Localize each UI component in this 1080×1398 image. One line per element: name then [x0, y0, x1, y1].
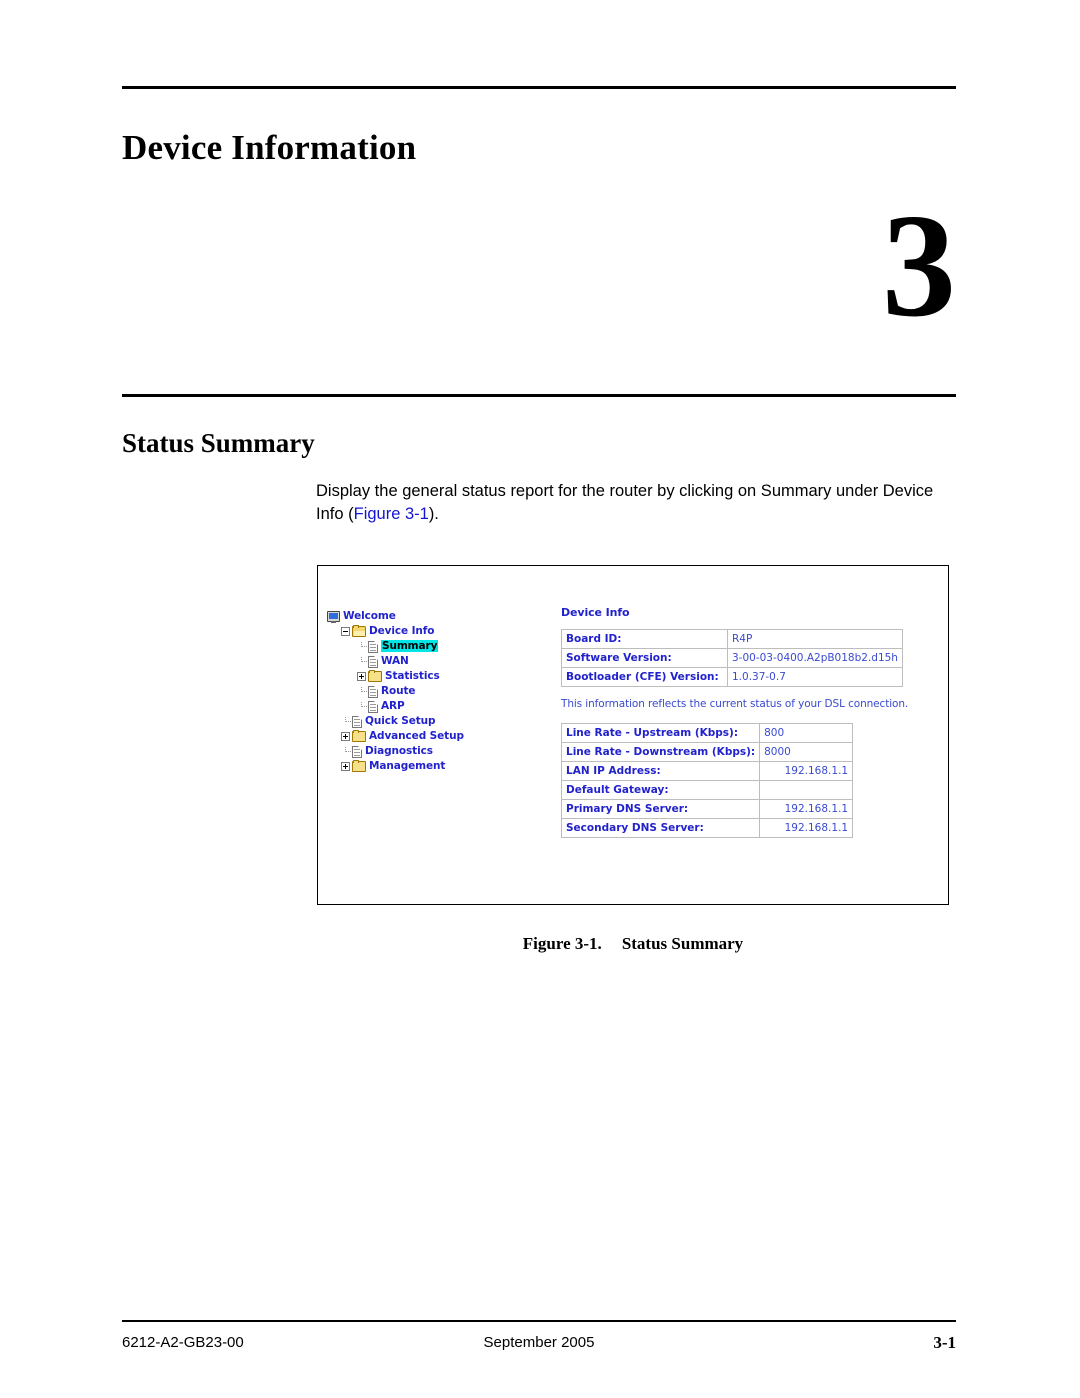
row-label: Line Rate - Upstream (Kbps):: [560, 723, 761, 743]
row-value: 192.168.1.1: [759, 799, 854, 819]
table-row: Software Version: 3-00-03-0400.A2pB018b2…: [561, 648, 903, 668]
tree-connector-icon: [357, 687, 368, 696]
tree-item-management[interactable]: Management: [327, 759, 557, 774]
tree-item-label: WAN: [381, 655, 409, 667]
tree-item-wan[interactable]: WAN: [327, 654, 557, 669]
footer-page-number: 3-1: [933, 1333, 956, 1352]
tree-item-label: Diagnostics: [365, 745, 433, 757]
document-page: Device Information 3 Status Summary Disp…: [0, 0, 1080, 1398]
table-row: Board ID: R4P: [561, 629, 903, 649]
tree-item-statistics[interactable]: Statistics: [327, 669, 557, 684]
row-value: [759, 780, 854, 800]
row-label: LAN IP Address:: [560, 761, 761, 781]
device-info-panel: Device Info Board ID: R4P Software Versi…: [560, 606, 941, 849]
tree-item-label: Advanced Setup: [369, 730, 464, 742]
folder-icon: [352, 730, 366, 742]
page-title: Device Information: [122, 128, 417, 167]
tree-item-label: Route: [381, 685, 416, 697]
page-icon: [368, 685, 378, 698]
row-value: 3-00-03-0400.A2pB018b2.d15h: [727, 648, 903, 668]
table-row: Default Gateway:: [560, 780, 854, 800]
table-row: Line Rate - Downstream (Kbps): 8000: [560, 742, 854, 762]
tree-item-label: Management: [369, 760, 446, 772]
table-row: Line Rate - Upstream (Kbps): 800: [560, 723, 854, 743]
row-value: R4P: [727, 629, 903, 649]
tree-item-label: Summary: [381, 640, 439, 652]
tree-item-welcome[interactable]: Welcome: [327, 609, 557, 624]
tree-item-route[interactable]: Route: [327, 684, 557, 699]
page-icon: [368, 700, 378, 713]
tree-item-summary[interactable]: Summary: [327, 639, 557, 654]
row-label: Board ID:: [561, 629, 728, 649]
figure-caption: Figure 3-1. Status Summary: [317, 934, 949, 954]
folder-icon: [352, 760, 366, 772]
tree-item-label: Quick Setup: [365, 715, 436, 727]
panel-heading: Device Info: [561, 606, 630, 619]
footer-rule: [122, 1320, 956, 1322]
page-icon: [368, 640, 378, 653]
tree-connector-icon: [341, 747, 352, 756]
section-rule: [122, 394, 956, 397]
chapter-number: 3: [882, 184, 956, 348]
tree-connector-icon: [357, 702, 368, 711]
table-row: LAN IP Address: 192.168.1.1: [560, 761, 854, 781]
folder-open-icon: [352, 625, 366, 637]
row-label: Line Rate - Downstream (Kbps):: [560, 742, 761, 762]
row-value: 8000: [759, 742, 854, 762]
expand-plus-icon[interactable]: [341, 762, 350, 771]
row-label: Secondary DNS Server:: [560, 818, 761, 838]
page-icon: [352, 745, 362, 758]
section-heading: Status Summary: [122, 428, 315, 458]
row-label: Default Gateway:: [560, 780, 761, 800]
figure-screenshot: Welcome Device Info Summary WAN Statisti…: [317, 565, 949, 905]
footer-date: September 2005: [483, 1334, 595, 1351]
row-value: 192.168.1.1: [759, 818, 854, 838]
tree-connector-icon: [357, 657, 368, 666]
expand-plus-icon[interactable]: [341, 732, 350, 741]
table-row: Bootloader (CFE) Version: 1.0.37-0.7: [561, 667, 903, 687]
device-info-table: Board ID: R4P Software Version: 3-00-03-…: [561, 629, 903, 687]
tree-item-quick-setup[interactable]: Quick Setup: [327, 714, 557, 729]
row-value: 192.168.1.1: [759, 761, 854, 781]
row-label: Bootloader (CFE) Version:: [561, 667, 728, 687]
page-icon: [368, 655, 378, 668]
tree-connector-icon: [357, 642, 368, 651]
page-footer: 6212-A2-GB23-00 September 2005 3-1: [122, 1333, 956, 1360]
header-rule: [122, 86, 956, 89]
paragraph-text-part2: ).: [428, 505, 439, 523]
tree-connector-icon: [341, 717, 352, 726]
page-icon: [352, 715, 362, 728]
tree-item-label: Statistics: [385, 670, 440, 682]
tree-item-label: ARP: [381, 700, 405, 712]
tree-item-diagnostics[interactable]: Diagnostics: [327, 744, 557, 759]
tree-item-arp[interactable]: ARP: [327, 699, 557, 714]
tree-item-device-info[interactable]: Device Info: [327, 624, 557, 639]
status-summary-table: Line Rate - Upstream (Kbps): 800 Line Ra…: [560, 723, 854, 838]
figure-cross-reference-link[interactable]: Figure 3-1: [354, 505, 429, 523]
row-label: Primary DNS Server:: [560, 799, 761, 819]
monitor-icon: [327, 611, 340, 623]
navigation-tree[interactable]: Welcome Device Info Summary WAN Statisti…: [327, 609, 557, 774]
table-row: Primary DNS Server: 192.168.1.1: [560, 799, 854, 819]
tree-item-label: Welcome: [343, 610, 396, 622]
folder-icon: [368, 670, 382, 682]
row-value: 1.0.37-0.7: [727, 667, 903, 687]
table-row: Secondary DNS Server: 192.168.1.1: [560, 818, 854, 838]
figure-caption-text: Status Summary: [621, 934, 744, 953]
tree-item-label: Device Info: [369, 625, 435, 637]
row-value: 800: [759, 723, 854, 743]
expand-plus-icon[interactable]: [357, 672, 366, 681]
collapse-minus-icon[interactable]: [341, 627, 350, 636]
dsl-status-note: This information reflects the current st…: [561, 698, 909, 710]
figure-caption-number: Figure 3-1.: [522, 934, 602, 953]
row-label: Software Version:: [561, 648, 728, 668]
tree-item-advanced-setup[interactable]: Advanced Setup: [327, 729, 557, 744]
body-paragraph: Display the general status report for th…: [316, 480, 946, 526]
